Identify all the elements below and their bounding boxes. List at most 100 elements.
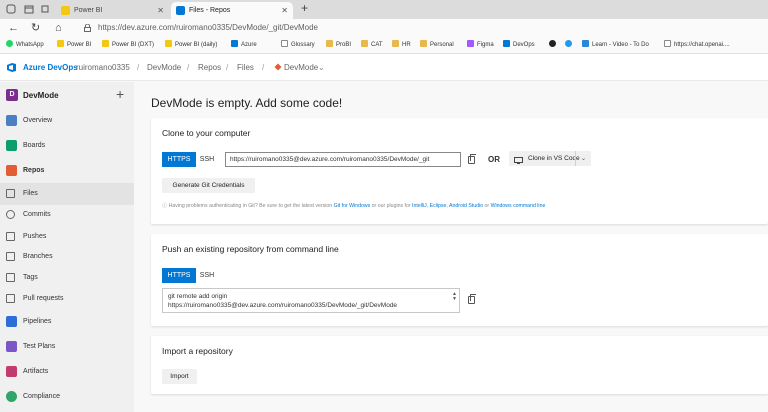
- sidebar-item-compliance[interactable]: Compliance: [0, 386, 134, 408]
- import-card-title: Import a repository: [162, 346, 233, 356]
- new-tab-button[interactable]: +: [301, 1, 308, 15]
- bookmark-learn[interactable]: Learn - Video - To Do: [582, 40, 649, 50]
- commits-icon: [6, 210, 15, 219]
- power-bi-icon: [57, 40, 64, 47]
- bookmark-power-bi-daily[interactable]: Power BI (daily): [165, 40, 217, 50]
- breadcrumb-files[interactable]: Files: [237, 62, 254, 73]
- bookmark-figma[interactable]: Figma: [467, 40, 494, 50]
- boards-icon: [6, 140, 17, 151]
- sidebar-item-label: Repos: [23, 167, 45, 174]
- push-ssh-tab[interactable]: SSH: [196, 268, 218, 283]
- azure-devops-header: Azure DevOps ruiromano0335 / DevMode / R…: [0, 54, 768, 81]
- breadcrumb-separator: /: [137, 63, 140, 72]
- check-icon: [582, 40, 589, 47]
- intellij-link[interactable]: IntelliJ: [412, 203, 427, 209]
- git-for-windows-link[interactable]: Git for Windows: [334, 203, 371, 209]
- clone-ssh-tab[interactable]: SSH: [196, 152, 218, 167]
- breadcrumb-repos[interactable]: Repos: [198, 62, 221, 73]
- tab-actions-icon[interactable]: [24, 4, 34, 14]
- project-selector[interactable]: D DevMode +: [0, 85, 134, 107]
- command-line-2: https://ruiromano0335@dev.azure.com/ruir…: [168, 302, 398, 309]
- push-https-tab[interactable]: HTTPS: [162, 268, 196, 283]
- project-name: DevMode: [23, 91, 59, 100]
- bookmark-glossary[interactable]: Glossary: [281, 40, 315, 50]
- bookmark-azure[interactable]: Azure: [231, 40, 257, 50]
- bookmark-chat-openai[interactable]: https://chat.openai....: [664, 40, 730, 50]
- back-arrow-icon[interactable]: ←: [8, 21, 19, 35]
- devops-icon: [503, 40, 510, 47]
- azure-devops-logo-icon[interactable]: [6, 62, 17, 73]
- repos-icon: [6, 165, 17, 176]
- sidebar-item-label: Pipelines: [23, 318, 52, 325]
- breadcrumb-repo[interactable]: DevMode: [284, 62, 318, 73]
- scroll-arrows-icon[interactable]: ▲ ▼: [452, 292, 457, 302]
- import-button[interactable]: Import: [162, 369, 197, 384]
- url-input[interactable]: https://dev.azure.com/ruiromano0335/DevM…: [98, 22, 318, 34]
- sidebar-item-artifacts[interactable]: Artifacts: [0, 361, 134, 383]
- sidebar-item-overview[interactable]: Overview: [0, 110, 134, 132]
- sidebar-item-repos[interactable]: Repos: [0, 160, 134, 182]
- add-new-button[interactable]: +: [116, 85, 124, 103]
- refresh-icon[interactable]: ↻: [31, 21, 40, 35]
- tabs-list-icon[interactable]: [40, 4, 50, 14]
- bookmark-power-bi[interactable]: Power BI: [57, 40, 91, 50]
- close-tab-icon[interactable]: ✕: [281, 2, 288, 19]
- overview-icon: [6, 115, 17, 126]
- bookmark-twitter[interactable]: [565, 40, 575, 50]
- clone-https-tab[interactable]: HTTPS: [162, 152, 196, 167]
- chevron-down-icon[interactable]: ⌄: [575, 151, 591, 166]
- repo-icon: [274, 63, 282, 73]
- copy-clone-url-icon[interactable]: [468, 154, 476, 164]
- bookmark-hr[interactable]: HR: [392, 40, 411, 50]
- bookmark-cat[interactable]: CAT: [361, 40, 383, 50]
- sidebar-item-branches[interactable]: Branches: [0, 246, 134, 268]
- bookmark-devops[interactable]: DevOps: [503, 40, 535, 50]
- address-bar: ← ↻ ⌂ https://dev.azure.com/ruiromano033…: [0, 19, 768, 37]
- bookmark-probi[interactable]: ProBI: [326, 40, 351, 50]
- power-bi-icon: [102, 40, 109, 47]
- sidebar-item-commits[interactable]: Commits: [0, 204, 134, 226]
- browser-tab-bar: Power BI ✕ Files - Repos ✕ +: [0, 0, 768, 19]
- sidebar-item-pushes[interactable]: Pushes: [0, 226, 134, 248]
- breadcrumb-project[interactable]: DevMode: [147, 62, 181, 73]
- breadcrumb-separator: /: [187, 63, 190, 72]
- bookmark-personal[interactable]: Personal: [420, 40, 454, 50]
- azure-devops-title[interactable]: Azure DevOps: [23, 62, 78, 73]
- bookmark-whatsapp[interactable]: WhatsApp: [6, 40, 44, 50]
- clone-url-input[interactable]: https://ruiromano0335@dev.azure.com/ruir…: [225, 152, 461, 167]
- document-icon: [664, 40, 671, 47]
- breadcrumb-organization[interactable]: ruiromano0335: [76, 62, 130, 73]
- info-icon: ⓘ: [162, 203, 169, 209]
- push-command-box[interactable]: git remote add origin https://ruiromano0…: [162, 288, 460, 313]
- sidebar-item-tags[interactable]: Tags: [0, 267, 134, 289]
- compliance-icon: [6, 391, 17, 402]
- bookmark-github[interactable]: [549, 40, 559, 50]
- close-tab-icon[interactable]: ✕: [157, 2, 164, 19]
- eclipse-link[interactable]: Eclipse: [430, 203, 447, 209]
- workspaces-icon[interactable]: [6, 4, 16, 14]
- sidebar-item-label: Artifacts: [23, 368, 49, 375]
- breadcrumb-separator: /: [262, 63, 265, 72]
- files-icon: [6, 189, 15, 198]
- sidebar-item-label: Compliance: [23, 393, 60, 400]
- command-line-1: git remote add origin: [168, 293, 228, 300]
- tab-files-repos[interactable]: Files - Repos ✕: [171, 2, 293, 19]
- tags-icon: [6, 273, 15, 282]
- sidebar-item-files[interactable]: Files: [0, 183, 134, 205]
- sidebar-item-boards[interactable]: Boards: [0, 135, 134, 157]
- windows-command-line-link[interactable]: Windows command line: [491, 203, 546, 209]
- sidebar-item-test-plans[interactable]: Test Plans: [0, 336, 134, 358]
- android-studio-link[interactable]: Android Studio: [449, 203, 483, 209]
- lock-icon[interactable]: [84, 23, 91, 34]
- sidebar-item-pull-requests[interactable]: Pull requests: [0, 288, 134, 310]
- sidebar-item-label: Files: [23, 190, 38, 197]
- chevron-down-icon[interactable]: ⌄: [318, 62, 325, 73]
- breadcrumb-separator: /: [226, 63, 229, 72]
- copy-command-icon[interactable]: [468, 294, 476, 304]
- tab-power-bi[interactable]: Power BI ✕: [56, 2, 169, 19]
- sidebar-item-pipelines[interactable]: Pipelines: [0, 311, 134, 333]
- generate-git-credentials-button[interactable]: Generate Git Credentials: [162, 178, 255, 193]
- clone-in-vs-code-button[interactable]: Clone in VS Code ⌄: [509, 151, 591, 166]
- bookmark-power-bi-dxt[interactable]: Power BI (DXT): [102, 40, 154, 50]
- home-icon[interactable]: ⌂: [55, 21, 62, 35]
